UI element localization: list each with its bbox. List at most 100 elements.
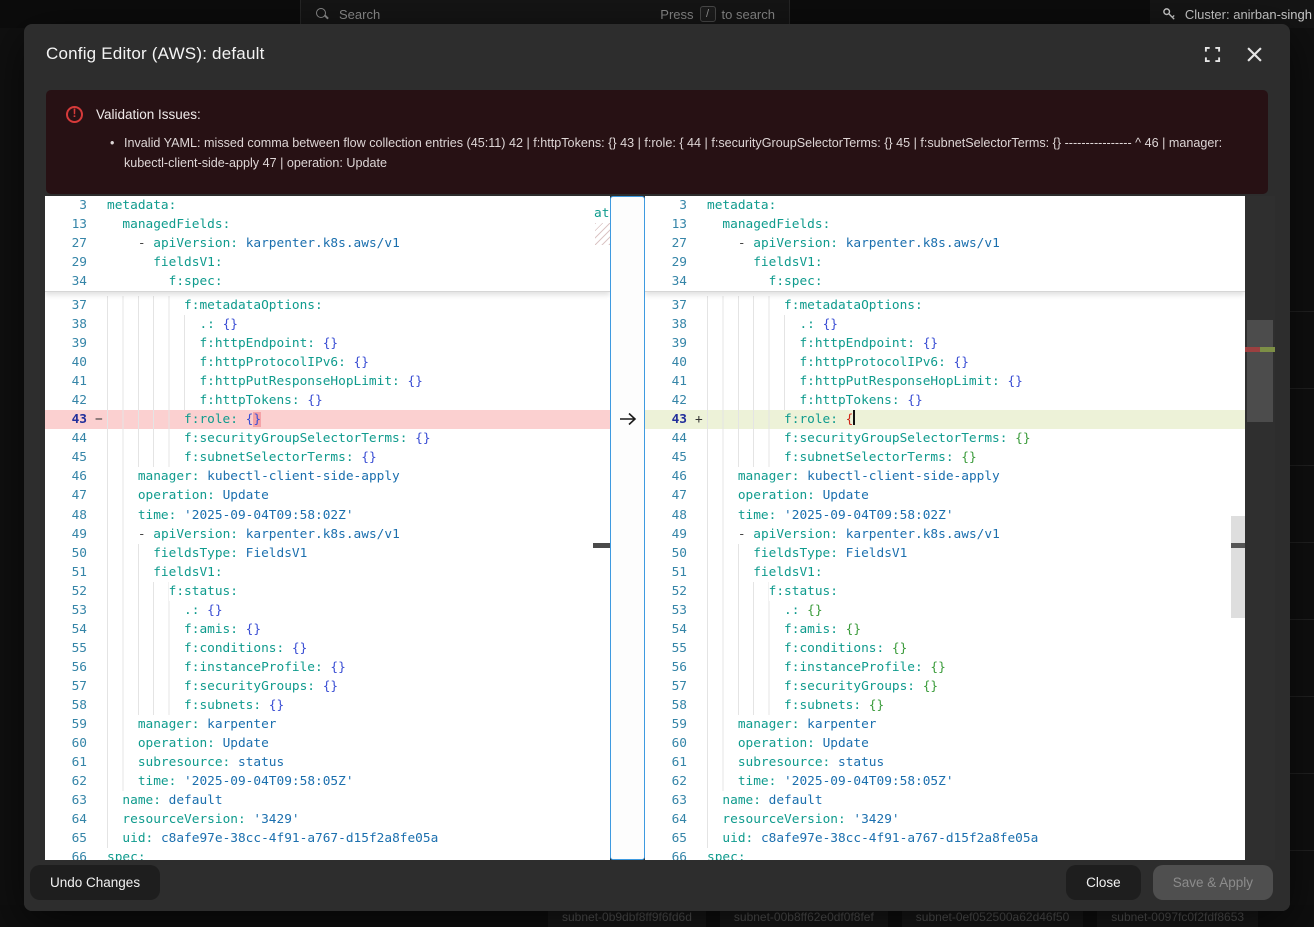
code-modified[interactable]: 37f:metadataOptions:38.: {}39f:httpEndpo… <box>645 296 1245 860</box>
code-line[interactable]: 55f:conditions: {} <box>45 639 610 658</box>
diff-editor-modified[interactable]: 3metadata:13managedFields:27- apiVersion… <box>645 196 1245 860</box>
code-line[interactable]: 49- apiVersion: karpenter.k8s.aws/v1 <box>645 525 1245 544</box>
search-icon <box>315 7 329 21</box>
code-line[interactable]: 66spec: <box>645 848 1245 860</box>
code-line[interactable]: 54f:amis: {} <box>45 620 610 639</box>
code-line[interactable]: 38.: {} <box>645 315 1245 334</box>
code-line[interactable]: 53.: {} <box>645 601 1245 620</box>
validation-heading: Validation Issues: <box>96 107 201 122</box>
code-line[interactable]: 50fieldsType: FieldsV1 <box>645 544 1245 563</box>
sticky-line[interactable]: 27- apiVersion: karpenter.k8s.aws/v1 <box>645 234 1245 253</box>
dialog-title: Config Editor (AWS): default <box>46 44 265 64</box>
code-line[interactable]: 45f:subnetSelectorTerms: {} <box>45 448 610 467</box>
code-original[interactable]: 37f:metadataOptions:38.: {}39f:httpEndpo… <box>45 296 610 860</box>
code-line[interactable]: 38.: {} <box>45 315 610 334</box>
code-line[interactable]: 57f:securityGroups: {} <box>45 677 610 696</box>
diff-editor-original[interactable]: 3metadata:13managedFields:27- apiVersion… <box>45 196 610 860</box>
sticky-line[interactable]: 13managedFields: <box>645 215 1245 234</box>
sticky-line[interactable]: 13managedFields: <box>45 215 610 234</box>
code-line[interactable]: 61subresource: status <box>645 753 1245 772</box>
code-line[interactable]: 55f:conditions: {} <box>645 639 1245 658</box>
clipped-text-fragment: at <box>594 206 609 221</box>
sticky-line[interactable]: 34f:spec: <box>45 272 610 291</box>
code-line[interactable]: 41f:httpPutResponseHopLimit: {} <box>45 372 610 391</box>
hint-press: Press <box>660 7 693 22</box>
code-line[interactable]: 62time: '2025-09-04T09:58:05Z' <box>645 772 1245 791</box>
background-table-rows <box>1288 235 1314 875</box>
code-line[interactable]: 52f:status: <box>45 582 610 601</box>
code-line[interactable]: 41f:httpPutResponseHopLimit: {} <box>645 372 1245 391</box>
sticky-line[interactable]: 3metadata: <box>645 196 1245 215</box>
minimap-slider[interactable] <box>1247 320 1273 422</box>
minimap[interactable] <box>1245 196 1275 860</box>
minimap-inserted-marker <box>1260 347 1275 352</box>
code-line[interactable]: 56f:instanceProfile: {} <box>645 658 1245 677</box>
sticky-scroll-modified[interactable]: 3metadata:13managedFields:27- apiVersion… <box>645 196 1245 292</box>
code-line[interactable]: 39f:httpEndpoint: {} <box>45 334 610 353</box>
close-dialog-button[interactable]: Close <box>1066 865 1141 900</box>
code-line[interactable]: 66spec: <box>45 848 610 860</box>
dialog-footer: Undo Changes Close Save & Apply <box>24 860 1290 911</box>
code-line[interactable]: 40f:httpProtocolIPv6: {} <box>45 353 610 372</box>
revert-arrow-icon[interactable] <box>618 409 638 429</box>
search-placeholder: Search <box>339 7 380 22</box>
code-line[interactable]: 45f:subnetSelectorTerms: {} <box>645 448 1245 467</box>
sticky-line[interactable]: 27- apiVersion: karpenter.k8s.aws/v1 <box>45 234 610 253</box>
sticky-line[interactable]: 3metadata: <box>45 196 610 215</box>
code-line[interactable]: 49- apiVersion: karpenter.k8s.aws/v1 <box>45 525 610 544</box>
code-line[interactable]: 61subresource: status <box>45 753 610 772</box>
code-line[interactable]: 57f:securityGroups: {} <box>645 677 1245 696</box>
overview-ruler-marker <box>593 543 610 548</box>
code-line[interactable]: 64resourceVersion: '3429' <box>645 810 1245 829</box>
code-line[interactable]: 39f:httpEndpoint: {} <box>645 334 1245 353</box>
fullscreen-button[interactable] <box>1202 44 1222 64</box>
code-line[interactable]: 43−f:role: {} <box>45 410 610 429</box>
code-line[interactable]: 65uid: c8afe97e-38cc-4f91-a767-d15f2a8fe… <box>645 829 1245 848</box>
save-apply-button[interactable]: Save & Apply <box>1153 865 1273 900</box>
code-line[interactable]: 59manager: karpenter <box>645 715 1245 734</box>
code-line[interactable]: 64resourceVersion: '3429' <box>45 810 610 829</box>
code-line[interactable]: 51fieldsV1: <box>45 563 610 582</box>
code-line[interactable]: 40f:httpProtocolIPv6: {} <box>645 353 1245 372</box>
sticky-scroll-original[interactable]: 3metadata:13managedFields:27- apiVersion… <box>45 196 610 292</box>
code-line[interactable]: 48time: '2025-09-04T09:58:02Z' <box>45 506 610 525</box>
diff-sash[interactable] <box>610 196 645 860</box>
code-line[interactable]: 48time: '2025-09-04T09:58:02Z' <box>645 506 1245 525</box>
sticky-line[interactable]: 29fieldsV1: <box>645 253 1245 272</box>
code-line[interactable]: 63name: default <box>645 791 1245 810</box>
code-line[interactable]: 63name: default <box>45 791 610 810</box>
error-icon <box>66 106 83 123</box>
code-line[interactable]: 37f:metadataOptions: <box>645 296 1245 315</box>
close-button[interactable] <box>1244 44 1264 64</box>
code-line[interactable]: 42f:httpTokens: {} <box>645 391 1245 410</box>
code-line[interactable]: 44f:securityGroupSelectorTerms: {} <box>645 429 1245 448</box>
code-line[interactable]: 60operation: Update <box>645 734 1245 753</box>
code-line[interactable]: 44f:securityGroupSelectorTerms: {} <box>45 429 610 448</box>
code-line[interactable]: 42f:httpTokens: {} <box>45 391 610 410</box>
slash-key: / <box>700 6 716 22</box>
code-line[interactable]: 54f:amis: {} <box>645 620 1245 639</box>
code-line[interactable]: 58f:subnets: {} <box>45 696 610 715</box>
code-line[interactable]: 65uid: c8afe97e-38cc-4f91-a767-d15f2a8fe… <box>45 829 610 848</box>
code-line[interactable]: 43+f:role: { <box>645 410 1245 429</box>
code-line[interactable]: 50fieldsType: FieldsV1 <box>45 544 610 563</box>
undo-changes-button[interactable]: Undo Changes <box>30 865 160 900</box>
code-line[interactable]: 52f:status: <box>645 582 1245 601</box>
search-shortcut-hint: Press / to search <box>660 6 775 22</box>
code-line[interactable]: 60operation: Update <box>45 734 610 753</box>
code-line[interactable]: 59manager: karpenter <box>45 715 610 734</box>
code-line[interactable]: 62time: '2025-09-04T09:58:05Z' <box>45 772 610 791</box>
cluster-key-icon <box>1162 7 1177 22</box>
sticky-line[interactable]: 34f:spec: <box>645 272 1245 291</box>
code-line[interactable]: 47operation: Update <box>45 486 610 505</box>
sticky-line[interactable]: 29fieldsV1: <box>45 253 610 272</box>
code-line[interactable]: 46manager: kubectl-client-side-apply <box>645 467 1245 486</box>
scrollbar-slider-overlay[interactable] <box>1231 516 1245 618</box>
code-line[interactable]: 47operation: Update <box>645 486 1245 505</box>
code-line[interactable]: 46manager: kubectl-client-side-apply <box>45 467 610 486</box>
code-line[interactable]: 53.: {} <box>45 601 610 620</box>
code-line[interactable]: 37f:metadataOptions: <box>45 296 610 315</box>
code-line[interactable]: 56f:instanceProfile: {} <box>45 658 610 677</box>
code-line[interactable]: 58f:subnets: {} <box>645 696 1245 715</box>
code-line[interactable]: 51fieldsV1: <box>645 563 1245 582</box>
